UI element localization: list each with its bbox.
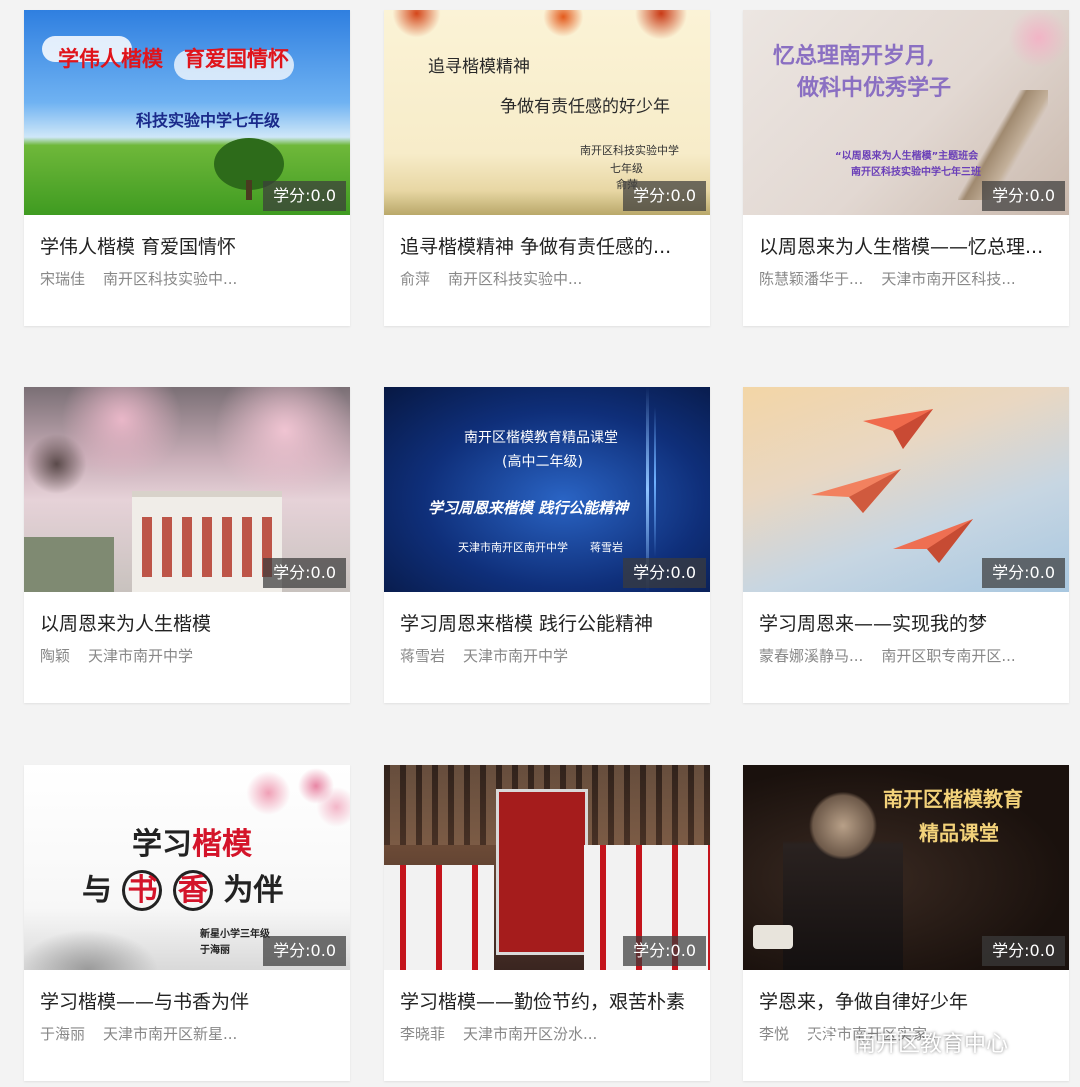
school-name: 南开区科技实验中... bbox=[448, 270, 583, 288]
teacher-name: 李晓菲 bbox=[400, 1025, 446, 1043]
course-meta: 俞萍 南开区科技实验中... bbox=[400, 268, 700, 289]
school-name: 天津市南开中学 bbox=[88, 647, 194, 665]
course-meta: 于海丽 天津市南开区新星... bbox=[40, 1023, 340, 1044]
credit-badge: 学分:0.0 bbox=[623, 181, 706, 211]
course-card[interactable]: 学分:0.0 学习楷模——勤俭节约，艰苦朴素 李晓菲 天津市南开区汾水... bbox=[384, 765, 710, 1081]
thumbnail-teacher: 于海丽 bbox=[200, 945, 230, 956]
thumbnail-heading: 追寻楷模精神 bbox=[428, 57, 530, 77]
course-title[interactable]: 学恩来，争做自律好少年 bbox=[759, 987, 1059, 1014]
credit-badge: 学分:0.0 bbox=[982, 936, 1065, 966]
credit-badge: 学分:0.0 bbox=[263, 558, 346, 588]
thumbnail-subheading: 与 书 香 为伴 bbox=[82, 865, 283, 911]
course-thumbnail[interactable]: 南开区楷模教育 精品课堂 学分:0.0 bbox=[743, 765, 1069, 970]
thumbnail-subheading: 精品课堂 bbox=[919, 821, 999, 845]
teacher-name: 于海丽 bbox=[40, 1025, 86, 1043]
thumbnail-heading: 南开区楷模教育精品课堂 bbox=[464, 430, 618, 446]
thumbnail-subheading: 学习周恩来楷模 践行公能精神 bbox=[428, 499, 629, 517]
course-card[interactable]: 学伟人楷模 育爱国情怀 科技实验中学七年级 学分:0.0 学伟人楷模 育爱国情怀… bbox=[24, 10, 350, 326]
course-card[interactable]: 忆总理南开岁月, 做科中优秀学子 “以周恩来为人生楷模”主题班会 南开区科技实验… bbox=[743, 10, 1069, 326]
course-meta: 蒙春娜溪静马... 南开区职专南开区... bbox=[759, 645, 1059, 666]
thumbnail-grade: (高中二年级) bbox=[502, 454, 583, 470]
course-title[interactable]: 以周恩来为人生楷模 bbox=[40, 609, 340, 636]
course-title[interactable]: 学伟人楷模 育爱国情怀 bbox=[40, 232, 340, 259]
course-title[interactable]: 追寻楷模精神 争做有责任感的... bbox=[400, 232, 700, 259]
course-meta: 李晓菲 天津市南开区汾水... bbox=[400, 1023, 700, 1044]
thumbnail-grade: 七年级 bbox=[610, 162, 643, 175]
school-name: 天津市南开区科技... bbox=[881, 270, 1016, 288]
paper-plane-icon bbox=[863, 409, 933, 449]
thumbnail-subheading: 做科中优秀学子 bbox=[797, 75, 952, 101]
credit-badge: 学分:0.0 bbox=[982, 558, 1065, 588]
credit-badge: 学分:0.0 bbox=[623, 558, 706, 588]
credit-badge: 学分:0.0 bbox=[982, 181, 1065, 211]
teacher-name: 蒙春娜溪静马... bbox=[759, 647, 864, 665]
course-thumbnail[interactable]: 忆总理南开岁月, 做科中优秀学子 “以周恩来为人生楷模”主题班会 南开区科技实验… bbox=[743, 10, 1069, 215]
wechat-icon bbox=[812, 1028, 845, 1054]
course-card[interactable]: 学习楷模 与 书 香 为伴 新星小学三年级 于海丽 学分:0.0 学习楷模——与… bbox=[24, 765, 350, 1081]
credit-badge: 学分:0.0 bbox=[623, 936, 706, 966]
course-thumbnail[interactable]: 学分:0.0 bbox=[384, 765, 710, 970]
school-name: 天津市南开区新星... bbox=[103, 1025, 238, 1043]
course-thumbnail[interactable]: 学伟人楷模 育爱国情怀 科技实验中学七年级 学分:0.0 bbox=[24, 10, 350, 215]
course-thumbnail[interactable]: 追寻楷模精神 争做有责任感的好少年 南开区科技实验中学 七年级 俞萍 学分:0.… bbox=[384, 10, 710, 215]
course-title[interactable]: 以周恩来为人生楷模——忆总理... bbox=[759, 232, 1059, 259]
thumbnail-heading: 南开区楷模教育 bbox=[883, 787, 1023, 811]
course-thumbnail[interactable]: 学分:0.0 bbox=[743, 387, 1069, 592]
course-card[interactable]: 追寻楷模精神 争做有责任感的好少年 南开区科技实验中学 七年级 俞萍 学分:0.… bbox=[384, 10, 710, 326]
school-name: 南开区科技实验中... bbox=[103, 270, 238, 288]
school-name: 天津市南开中学 bbox=[463, 647, 569, 665]
course-meta: 陶颖 天津市南开中学 bbox=[40, 645, 340, 666]
credit-badge: 学分:0.0 bbox=[263, 936, 346, 966]
teacher-name: 李悦 bbox=[759, 1025, 790, 1043]
thumbnail-subheading: 科技实验中学七年级 bbox=[136, 111, 281, 130]
display-banner bbox=[496, 789, 588, 955]
portrait-image bbox=[783, 785, 903, 970]
thumbnail-heading: 学习楷模 bbox=[132, 827, 252, 862]
thumbnail-grade: 新星小学三年级 bbox=[200, 929, 270, 940]
course-card[interactable]: 学分:0.0 学习周恩来——实现我的梦 蒙春娜溪静马... 南开区职专南开区... bbox=[743, 387, 1069, 703]
thumbnail-caption: “以周恩来为人生楷模”主题班会 bbox=[835, 151, 979, 162]
wechat-watermark: 南开区教育中心 bbox=[812, 1024, 1008, 1060]
course-thumbnail[interactable]: 南开区楷模教育精品课堂 (高中二年级) 学习周恩来楷模 践行公能精神 天津市南开… bbox=[384, 387, 710, 592]
teacher-name: 蒋雪岩 bbox=[400, 647, 446, 665]
watermark-text: 南开区教育中心 bbox=[854, 1032, 1009, 1057]
course-meta: 陈慧颖潘华于... 天津市南开区科技... bbox=[759, 268, 1059, 289]
school-name: 南开区职专南开区... bbox=[881, 647, 1016, 665]
credit-badge: 学分:0.0 bbox=[263, 181, 346, 211]
course-meta: 蒋雪岩 天津市南开中学 bbox=[400, 645, 700, 666]
thumbnail-heading: 忆总理南开岁月, bbox=[773, 43, 935, 69]
course-thumbnail[interactable]: 学分:0.0 bbox=[24, 387, 350, 592]
teacher-name: 陶颖 bbox=[40, 647, 71, 665]
teacher-name: 陈慧颖潘华于... bbox=[759, 270, 864, 288]
thumbnail-school: 南开区科技实验中学 bbox=[580, 144, 679, 157]
school-name: 天津市南开区汾水... bbox=[463, 1025, 598, 1043]
teacher-name: 俞萍 bbox=[400, 270, 431, 288]
course-title[interactable]: 学习楷模——与书香为伴 bbox=[40, 987, 340, 1014]
course-title[interactable]: 学习周恩来楷模 践行公能精神 bbox=[400, 609, 700, 636]
thumbnail-caption-school: 南开区科技实验中学七年三班 bbox=[851, 167, 981, 178]
course-title[interactable]: 学习楷模——勤俭节约，艰苦朴素 bbox=[400, 987, 700, 1014]
thumbnail-heading: 学伟人楷模 育爱国情怀 bbox=[58, 46, 289, 71]
course-title[interactable]: 学习周恩来——实现我的梦 bbox=[759, 609, 1059, 636]
teacher-name: 宋瑞佳 bbox=[40, 270, 86, 288]
course-card[interactable]: 学分:0.0 以周恩来为人生楷模 陶颖 天津市南开中学 bbox=[24, 387, 350, 703]
course-card[interactable]: 南开区楷模教育精品课堂 (高中二年级) 学习周恩来楷模 践行公能精神 天津市南开… bbox=[384, 387, 710, 703]
paper-plane-icon bbox=[893, 519, 973, 563]
course-thumbnail[interactable]: 学习楷模 与 书 香 为伴 新星小学三年级 于海丽 学分:0.0 bbox=[24, 765, 350, 970]
paper-plane-icon bbox=[811, 469, 901, 513]
course-meta: 宋瑞佳 南开区科技实验中... bbox=[40, 268, 340, 289]
thumbnail-caption: 天津市南开区南开中学 蒋雪岩 bbox=[458, 541, 623, 554]
thumbnail-subheading: 争做有责任感的好少年 bbox=[500, 97, 670, 117]
